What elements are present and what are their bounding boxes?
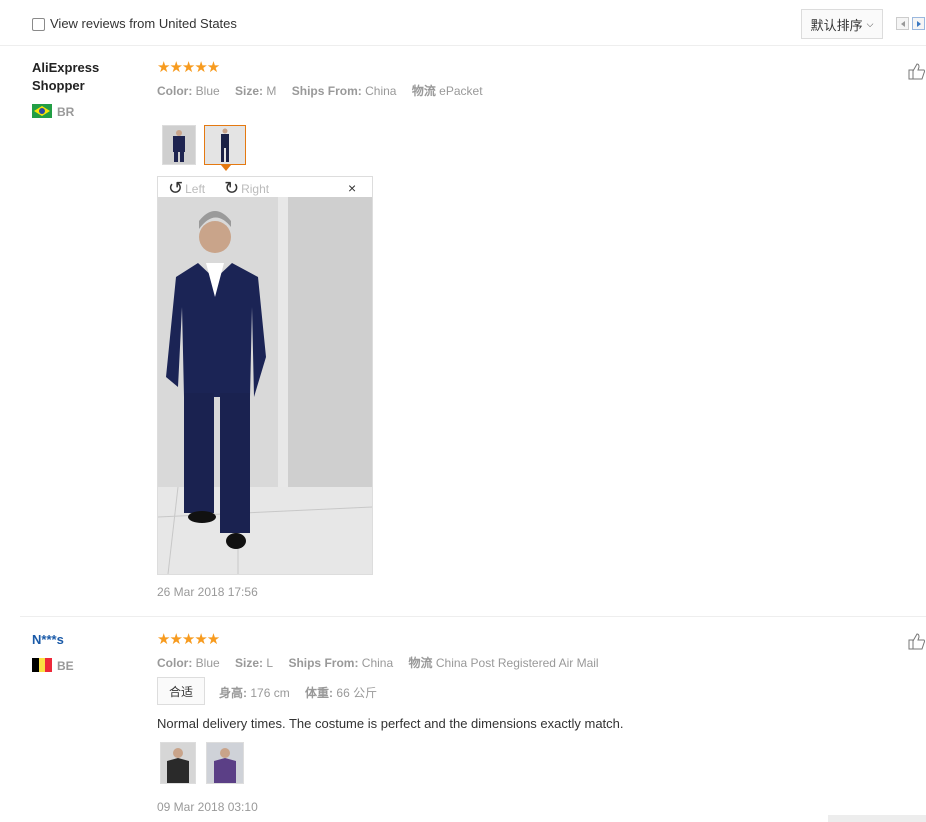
reviewer-name-link[interactable]: N***s bbox=[32, 631, 64, 649]
fit-badge: 合适 bbox=[157, 677, 205, 705]
chevron-down-icon: ⌵ bbox=[866, 18, 874, 29]
review-text: Normal delivery times. The costume is pe… bbox=[157, 716, 624, 731]
rotate-left-icon: ↺ bbox=[168, 178, 184, 198]
review-date: 26 Mar 2018 17:56 bbox=[157, 585, 258, 599]
size-value: L bbox=[266, 656, 274, 670]
logistics-label: 物流 bbox=[411, 84, 436, 98]
review-photo-thumbnail[interactable] bbox=[206, 742, 244, 784]
review-attributes: Color: Blue Size: M Ships From: China 物流… bbox=[157, 82, 495, 99]
page-scroll-edge bbox=[828, 815, 926, 822]
reviewer-name-line1: AliExpress bbox=[32, 60, 100, 75]
review-attributes: Color: Blue Size: L Ships From: China 物流… bbox=[157, 654, 611, 671]
review-divider bbox=[20, 616, 926, 617]
next-page-icon[interactable] bbox=[912, 17, 925, 30]
close-viewer-icon[interactable]: × bbox=[348, 180, 356, 196]
rotate-right-icon: ↻ bbox=[224, 178, 240, 198]
rotate-right-label: Right bbox=[241, 181, 270, 196]
thumbs-up-icon[interactable] bbox=[908, 62, 926, 85]
reviewer-name-line2: Shopper bbox=[32, 78, 85, 93]
logistics-value: China Post Registered Air Mail bbox=[435, 656, 599, 670]
sort-dropdown[interactable]: 默认排序 ⌵ bbox=[801, 9, 883, 39]
flag-be-icon bbox=[32, 658, 52, 677]
rotate-right-button[interactable]: ↻ Right bbox=[224, 178, 269, 199]
color-value: Blue bbox=[195, 656, 220, 670]
height-value: 176 cm bbox=[250, 686, 290, 700]
review-date: 09 Mar 2018 03:10 bbox=[157, 800, 258, 814]
reviewer-name: AliExpress Shopper bbox=[32, 59, 99, 95]
us-reviews-checkbox[interactable] bbox=[32, 18, 45, 31]
review-photo-thumbnail[interactable] bbox=[160, 742, 196, 784]
star-rating: ★★★★★ bbox=[157, 59, 220, 76]
size-label: Size: bbox=[235, 656, 264, 670]
rotate-left-button[interactable]: ↺ Left bbox=[168, 178, 205, 199]
weight-label: 体重: bbox=[305, 686, 334, 700]
size-label: Size: bbox=[235, 84, 264, 98]
selected-thumb-pointer bbox=[221, 165, 231, 171]
us-reviews-label[interactable]: View reviews from United States bbox=[50, 16, 237, 31]
ships-from-label: Ships From: bbox=[291, 84, 362, 98]
sort-label: 默认排序 bbox=[810, 17, 863, 33]
prev-page-icon[interactable] bbox=[896, 17, 909, 30]
ships-from-value: China bbox=[361, 656, 394, 670]
review-photo-large bbox=[157, 197, 373, 575]
ships-from-value: China bbox=[365, 84, 397, 98]
photo-viewer: ↺ Left ↻ Right × bbox=[157, 176, 373, 575]
height-label: 身高: bbox=[219, 686, 247, 700]
review-photo-thumbnail-selected[interactable] bbox=[204, 125, 246, 165]
color-value: Blue bbox=[195, 84, 220, 98]
star-rating: ★★★★★ bbox=[157, 631, 220, 648]
flag-br-icon bbox=[32, 104, 52, 123]
review-photo-thumbnail[interactable] bbox=[162, 125, 196, 165]
weight-value: 66 公斤 bbox=[336, 686, 378, 700]
reviewer-country: BR bbox=[57, 105, 75, 119]
logistics-value: ePacket bbox=[439, 84, 483, 98]
ships-from-label: Ships From: bbox=[288, 656, 359, 670]
rotate-left-label: Left bbox=[185, 181, 206, 196]
thumbs-up-icon[interactable] bbox=[908, 632, 926, 655]
color-label: Color: bbox=[157, 656, 193, 670]
logistics-label: 物流 bbox=[408, 656, 433, 670]
size-value: M bbox=[266, 84, 277, 98]
body-measurements: 身高: 176 cm 体重: 66 公斤 bbox=[219, 684, 389, 701]
color-label: Color: bbox=[157, 84, 193, 98]
reviewer-country: BE bbox=[57, 659, 74, 673]
